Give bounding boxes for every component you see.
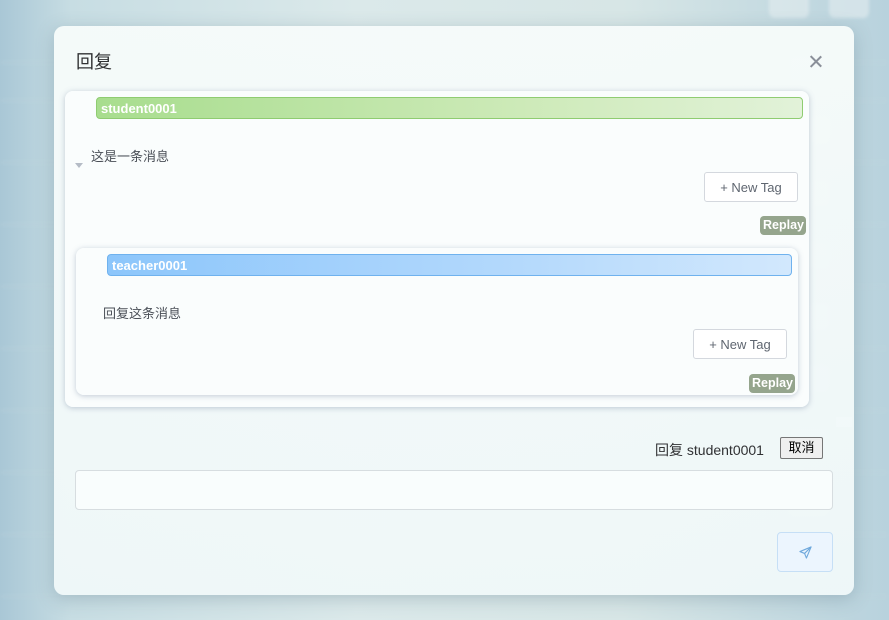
reply-new-tag-button[interactable]: + New Tag: [693, 329, 787, 359]
reply-message-text: 回复这条消息: [103, 306, 182, 321]
collapse-caret-icon[interactable]: [75, 163, 83, 168]
reply-replay-button[interactable]: Replay: [749, 374, 795, 393]
send-button[interactable]: [777, 532, 833, 572]
cancel-reply-button[interactable]: 取消: [780, 437, 823, 459]
reply-author-name-bar: teacher0001: [107, 254, 792, 276]
close-icon[interactable]: [808, 54, 824, 70]
reply-card: teacher0001 回复这条消息 + New Tag Replay: [76, 248, 798, 395]
send-icon: [799, 546, 812, 559]
author-name-bar: student0001: [96, 97, 803, 119]
reply-dialog: 回复 student0001 这是一条消息 + New Tag Replay t…: [54, 26, 854, 595]
dialog-title: 回复: [76, 52, 112, 72]
replay-button[interactable]: Replay: [760, 216, 806, 235]
reply-input[interactable]: [75, 470, 833, 510]
message-card: student0001 这是一条消息 + New Tag Replay teac…: [65, 91, 809, 407]
new-tag-button[interactable]: + New Tag: [704, 172, 798, 202]
replying-to-label: 回复 student0001: [655, 442, 764, 458]
message-text: 这是一条消息: [91, 149, 170, 164]
